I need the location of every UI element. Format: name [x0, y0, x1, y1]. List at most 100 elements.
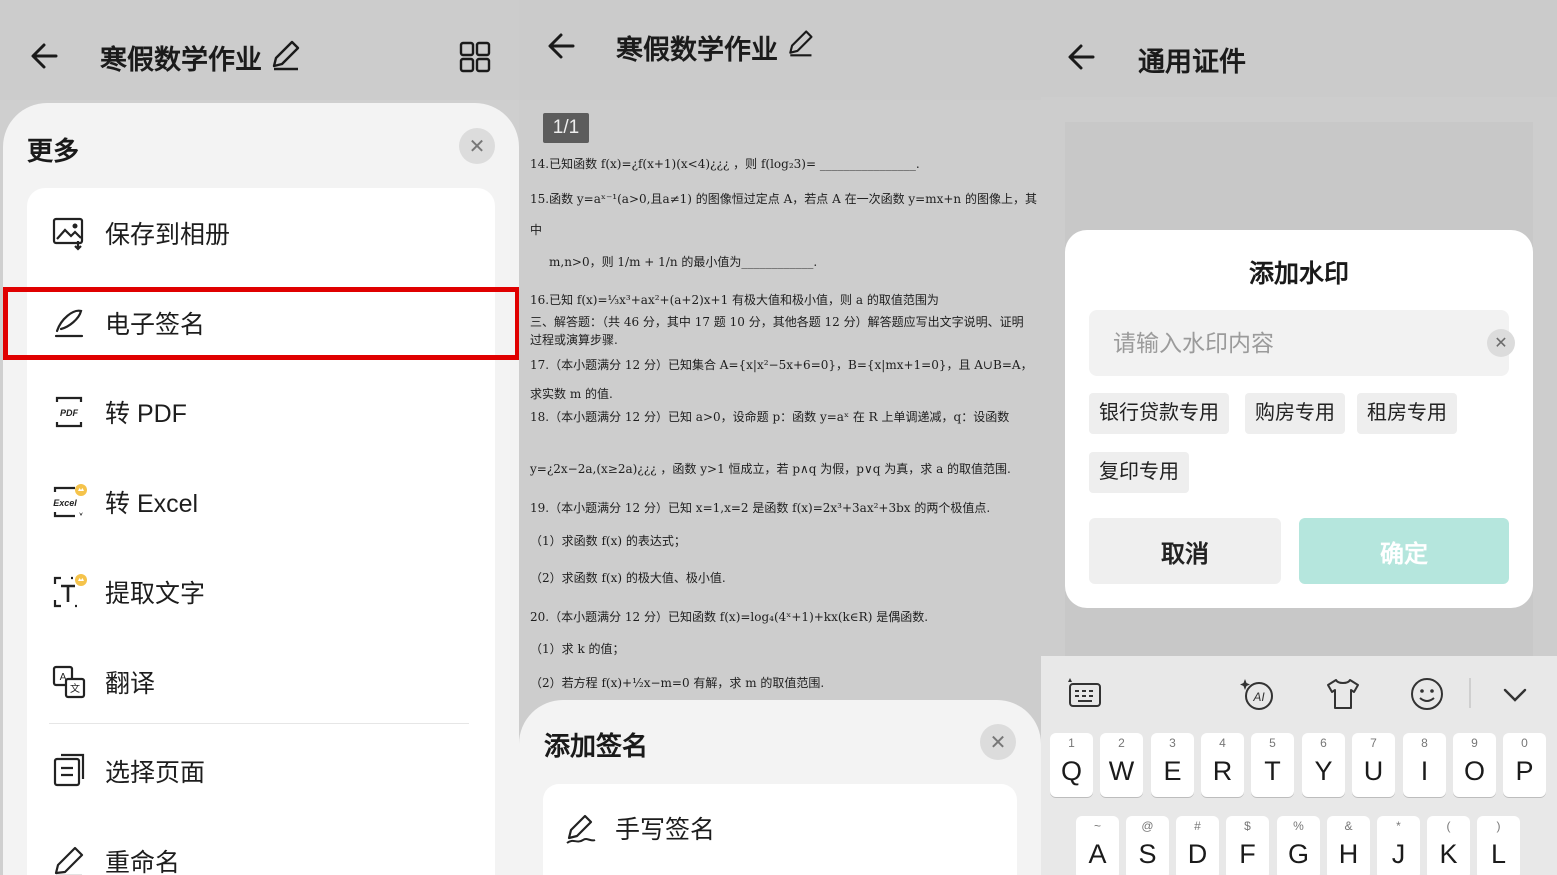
menu-item-select-page[interactable]: 选择页面 — [27, 739, 495, 799]
key-r[interactable]: 4R — [1201, 733, 1244, 797]
toolbar-separator — [1469, 678, 1471, 708]
doc-line: （2）求函数 f(x) 的极大值、极小值. — [530, 571, 726, 585]
collapse-keyboard-icon[interactable] — [1495, 674, 1535, 714]
svg-text:AI: AI — [1252, 690, 1265, 704]
cancel-button[interactable]: 取消 — [1089, 518, 1281, 584]
doc-line: y=¿2x−2a,(x≥2a)¿¿¿ ，函数 y>1 恒成立，若 p∧q 为假，… — [530, 462, 1011, 476]
menu-item-label: 转 Excel — [105, 490, 199, 518]
key-j[interactable]: * J — [1377, 816, 1420, 875]
key-e[interactable]: 3E — [1151, 733, 1194, 797]
edit-title-icon[interactable] — [268, 38, 302, 72]
doc-line: 16.已知 f(x)=⅓x³+ax²+(a+2)x+1 有极大值和极小值，则 a… — [530, 293, 939, 307]
clear-input-icon[interactable]: ✕ — [1487, 329, 1515, 357]
doc-line: 15.函数 y=aˣ⁻¹(a>0,且a≠1) 的图像恒过定点 A，若点 A 在一… — [530, 192, 1037, 206]
doc-line: 三、解答题：（共 46 分，其中 17 题 10 分，其他各题 12 分）解答题… — [530, 315, 1024, 329]
image-save-icon — [52, 217, 84, 251]
doc-line: （2）若方程 f(x)+½x−m=0 有解，求 m 的取值范围. — [530, 676, 825, 690]
key-w[interactable]: 2W — [1100, 733, 1143, 797]
doc-line: 14.已知函数 f(x)=¿f(x+1)(x<4)¿¿¿ ，则 f(log₂3)… — [530, 157, 920, 171]
svg-text:文: 文 — [70, 682, 80, 695]
sheet-title: 添加签名 — [544, 731, 649, 761]
document-preview: 1/1 14.已知函数 f(x)=¿f(x+1)(x<4)¿¿¿ ，则 f(lo… — [519, 100, 1041, 720]
chip-rental[interactable]: 租房专用 — [1357, 393, 1457, 434]
key-o[interactable]: 9O — [1453, 733, 1496, 797]
top-bar: 寒假数学作业 — [519, 0, 1041, 100]
svg-text:A: A — [60, 672, 67, 683]
key-u[interactable]: 7U — [1352, 733, 1395, 797]
key-l[interactable]: ) L — [1477, 816, 1520, 875]
doc-line: 20.（本小题满分 12 分）已知函数 f(x)=log₄(4ˣ+1)+kx(k… — [530, 610, 929, 624]
chip-copy[interactable]: 复印专用 — [1089, 452, 1189, 493]
select-page-icon — [53, 753, 85, 787]
grid-view-icon[interactable] — [459, 41, 491, 73]
page-title: 通用证件 — [1138, 47, 1246, 77]
svg-text:PDF: PDF — [60, 408, 79, 418]
menu-item-label: 保存到相册 — [105, 221, 231, 249]
menu-item-label: 重命名 — [105, 849, 181, 875]
watermark-input[interactable] — [1089, 310, 1509, 376]
key-t[interactable]: 5T — [1251, 733, 1294, 797]
dialog-title: 添加水印 — [1248, 260, 1349, 288]
menu-item-to-excel[interactable]: Excel 转 Excel — [27, 470, 495, 530]
emoji-icon[interactable] — [1407, 674, 1447, 714]
doc-line: 18.（本小题满分 12 分）已知 a>0，设命题 p：函数 y=aˣ 在 R … — [530, 410, 1010, 424]
doc-line: （1）求 k 的值； — [530, 642, 625, 656]
more-menu-panel: 寒假数学作业 更多 ✕ 保存到相册 电子签名 PDF 转 PDF Excel 转… — [0, 0, 519, 875]
menu-item-translate[interactable]: A 文 翻译 — [27, 650, 495, 710]
close-icon[interactable]: ✕ — [459, 128, 495, 164]
doc-line: 求实数 m 的值. — [530, 387, 613, 401]
page-title: 寒假数学作业 — [616, 35, 778, 65]
menu-item-label: 选择页面 — [105, 759, 206, 787]
top-bar: 寒假数学作业 — [0, 0, 519, 100]
key-p[interactable]: 0P — [1503, 733, 1546, 797]
menu-item-save-to-album[interactable]: 保存到相册 — [27, 201, 495, 261]
pdf-icon: PDF — [55, 396, 83, 428]
chip-home-purchase[interactable]: 购房专用 — [1245, 393, 1345, 434]
menu-item-label: 提取文字 — [105, 580, 206, 608]
menu-item-label: 转 PDF — [105, 400, 187, 428]
close-icon[interactable]: ✕ — [980, 724, 1016, 760]
add-signature-sheet: 添加签名 ✕ 手写签名 — [519, 700, 1041, 875]
key-h[interactable]: & H — [1327, 816, 1370, 875]
top-bar: 通用证件 — [1041, 0, 1557, 97]
add-watermark-panel: 通用证件 添加水印 ✕ 银行贷款专用 购房专用 租房专用 复印专用 取消 确定 … — [1041, 0, 1557, 875]
rename-icon — [54, 846, 84, 875]
doc-line: 过程或演算步骤. — [530, 333, 618, 347]
doc-line: （1）求函数 f(x) 的表达式； — [530, 534, 686, 548]
back-arrow-icon[interactable] — [543, 26, 583, 66]
key-d[interactable]: # D — [1176, 816, 1219, 875]
key-g[interactable]: % G — [1277, 816, 1320, 875]
key-i[interactable]: 8I — [1403, 733, 1446, 797]
doc-line: 19.（本小题满分 12 分）已知 x=1,x=2 是函数 f(x)=2x³+3… — [530, 501, 991, 515]
skin-tshirt-icon[interactable] — [1323, 674, 1363, 714]
menu-item-extract-text[interactable]: 提取文字 — [27, 560, 495, 620]
extract-text-icon — [53, 574, 87, 608]
doc-line: 中 — [530, 223, 543, 237]
key-k[interactable]: (K — [1427, 816, 1470, 875]
excel-icon: Excel — [53, 484, 87, 518]
back-arrow-icon[interactable] — [26, 36, 66, 76]
edit-title-icon[interactable] — [785, 28, 815, 58]
chip-bank-loan[interactable]: 银行贷款专用 — [1089, 393, 1229, 434]
ai-writing-icon[interactable]: AI — [1237, 674, 1277, 714]
key-q[interactable]: 1Q — [1050, 733, 1093, 797]
page-indicator: 1/1 — [543, 113, 589, 143]
handwriting-pen-icon — [566, 814, 596, 844]
key-s[interactable]: @ S — [1126, 816, 1169, 875]
key-y[interactable]: 6Y — [1302, 733, 1345, 797]
keyboard-settings-icon[interactable] — [1065, 674, 1105, 714]
key-a[interactable]: ~ A — [1076, 816, 1119, 875]
handwritten-signature-option[interactable]: 手写签名 — [543, 796, 1011, 856]
menu-item-to-pdf[interactable]: PDF 转 PDF — [27, 380, 495, 440]
sheet-title: 更多 — [27, 136, 80, 166]
menu-item-label: 翻译 — [105, 670, 156, 698]
option-label: 手写签名 — [615, 816, 716, 844]
page-title: 寒假数学作业 — [100, 45, 262, 75]
menu-item-rename[interactable]: 重命名 — [27, 829, 495, 875]
confirm-button[interactable]: 确定 — [1299, 518, 1509, 584]
svg-text:Excel: Excel — [53, 498, 77, 508]
back-arrow-icon[interactable] — [1063, 37, 1103, 77]
highlight-box — [3, 287, 519, 360]
add-signature-panel: 寒假数学作业 1/1 14.已知函数 f(x)=¿f(x+1)(x<4)¿¿¿ … — [519, 0, 1041, 875]
key-f[interactable]: $ F — [1226, 816, 1269, 875]
